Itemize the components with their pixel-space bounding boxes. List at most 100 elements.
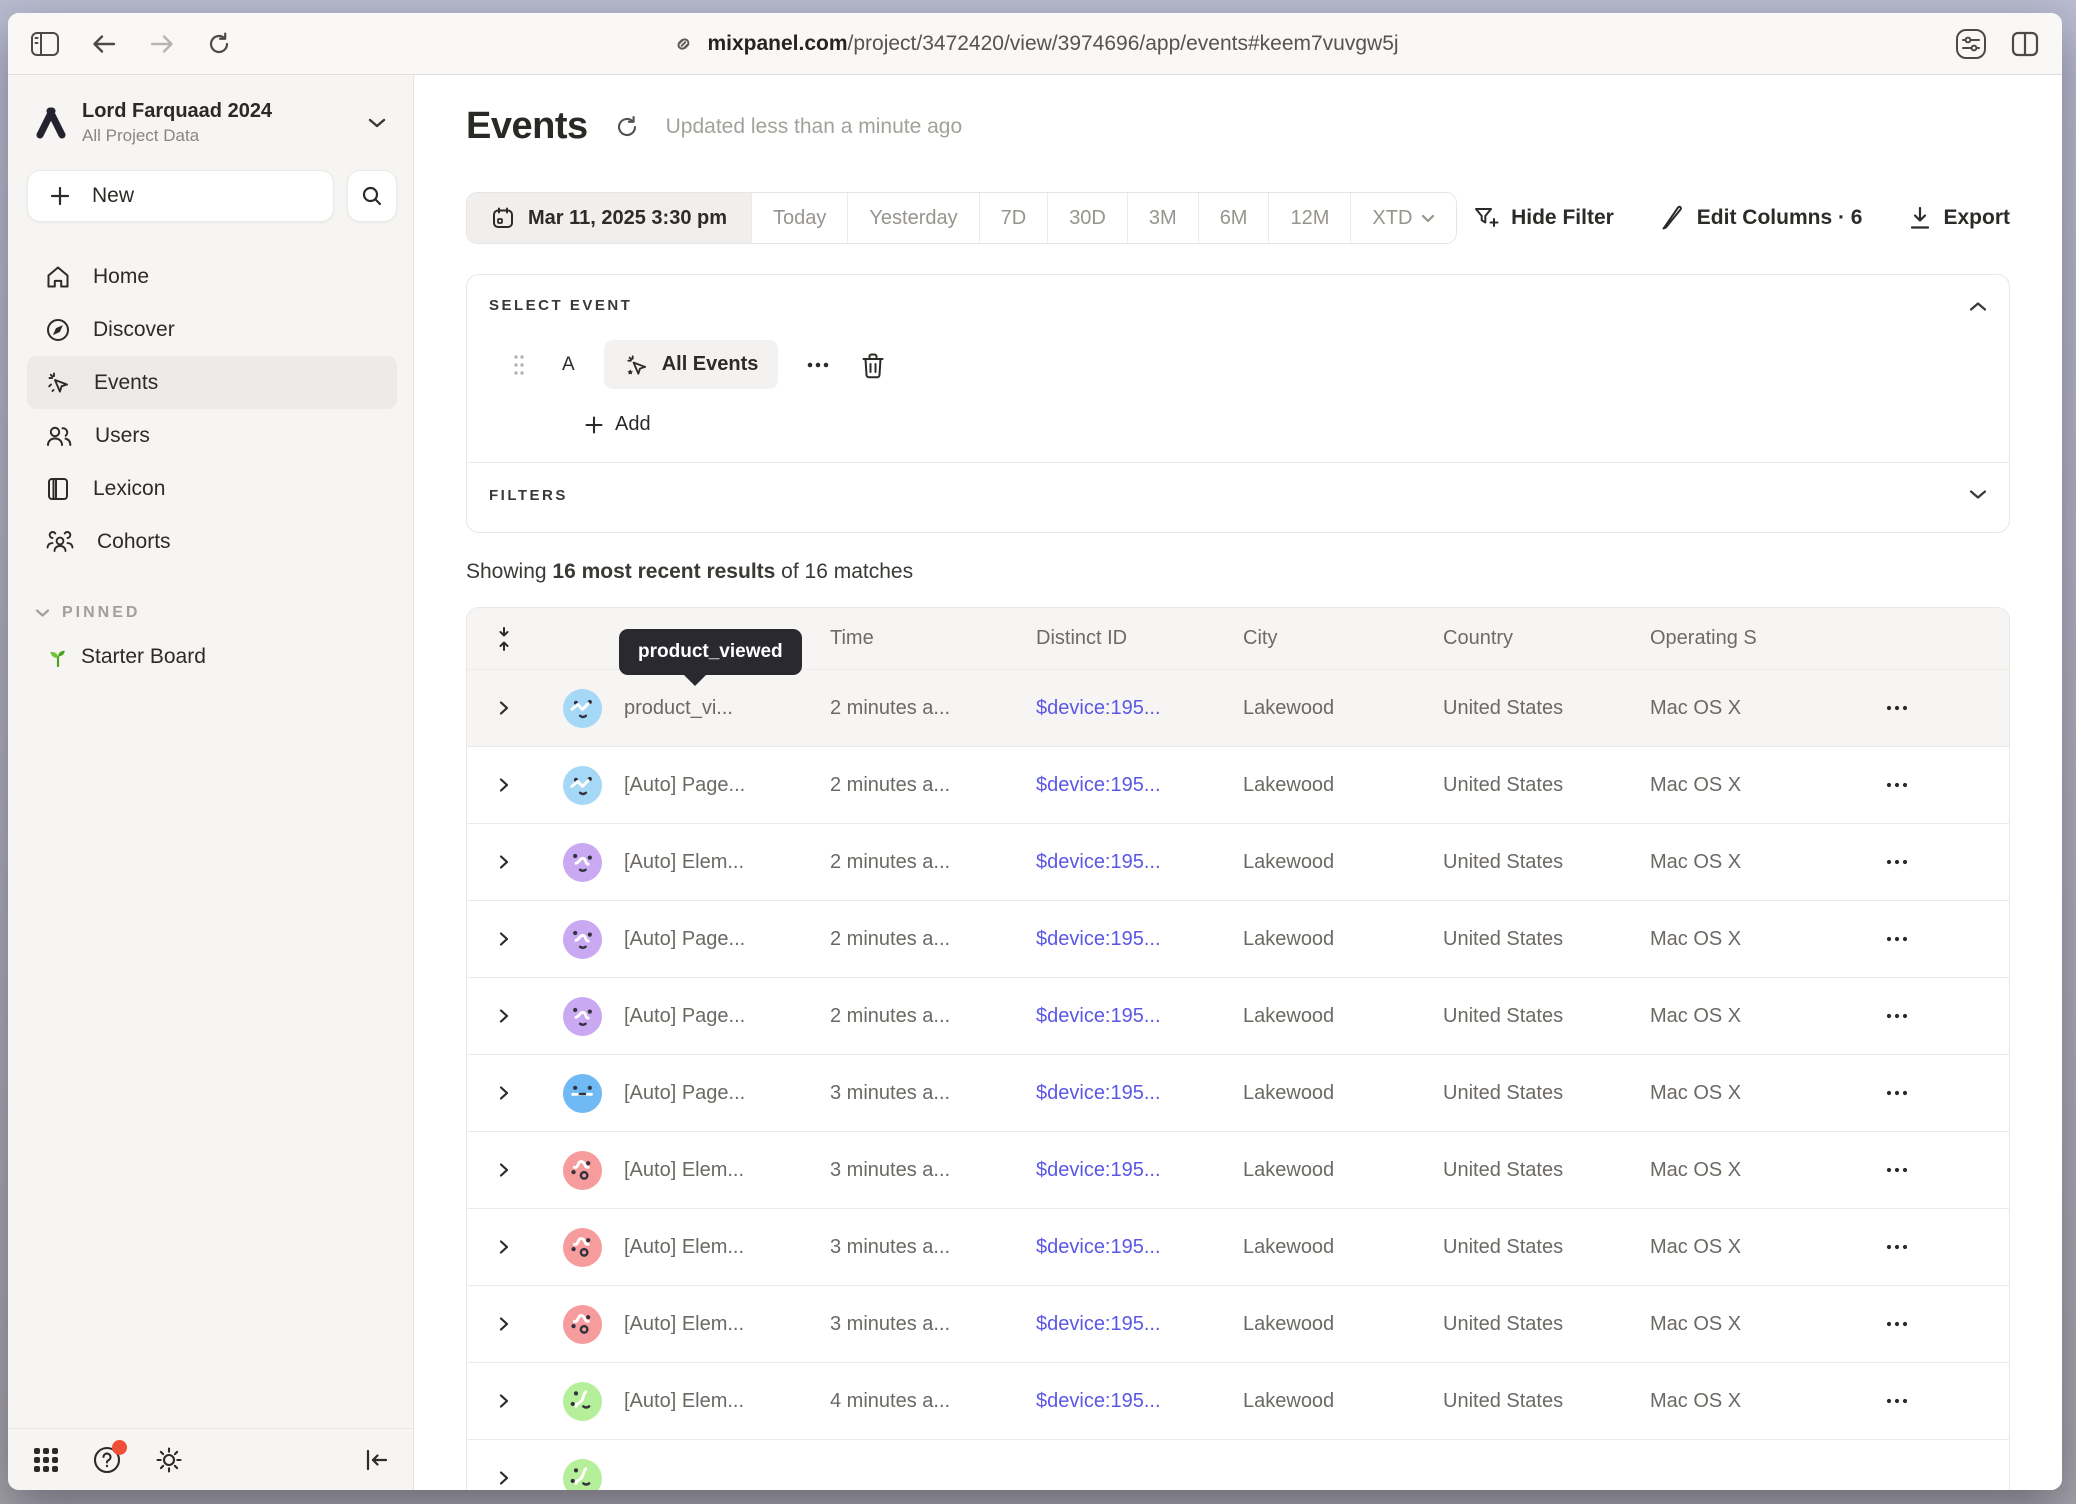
new-button[interactable]: New [27, 170, 334, 222]
preset-30d[interactable]: 30D [1048, 193, 1128, 243]
reload-icon[interactable] [206, 31, 232, 57]
distinct-id-link[interactable]: $device:195... [1036, 1313, 1243, 1336]
expand-row-icon[interactable] [467, 1470, 540, 1486]
collapse-sidebar-icon[interactable] [363, 1448, 389, 1472]
distinct-id-link[interactable]: $device:195... [1036, 697, 1243, 720]
event-tooltip: product_viewed [619, 629, 802, 675]
expand-row-icon[interactable] [467, 1008, 540, 1024]
row-menu-icon[interactable] [1872, 1244, 2009, 1250]
trash-icon[interactable] [860, 351, 886, 379]
preset-yesterday[interactable]: Yesterday [848, 193, 979, 243]
search-button[interactable] [347, 170, 397, 222]
row-menu-icon[interactable] [1872, 1321, 2009, 1327]
row-menu-icon[interactable] [1872, 1090, 2009, 1096]
sidebar-item-home[interactable]: Home [27, 250, 397, 303]
sidebar-item-starter-board[interactable]: Starter Board [27, 644, 397, 670]
drag-handle-icon[interactable] [513, 354, 525, 376]
table-row[interactable]: [Auto] Elem... 2 minutes a... $device:19… [467, 823, 2009, 900]
lexicon-book-icon [45, 476, 71, 502]
apps-grid-icon[interactable] [32, 1446, 60, 1474]
sidebar-toggle-icon[interactable] [30, 31, 60, 57]
row-menu-icon[interactable] [1872, 1167, 2009, 1173]
split-view-icon[interactable] [2010, 31, 2040, 57]
distinct-id-link[interactable]: $device:195... [1036, 774, 1243, 797]
os: Mac OS X [1650, 1390, 1872, 1413]
pinned-section-toggle[interactable]: PINNED [27, 604, 397, 622]
row-menu-icon[interactable] [1872, 705, 2009, 711]
collapse-all-rows-icon[interactable] [467, 626, 540, 652]
sidebar-item-cohorts[interactable]: Cohorts [27, 515, 397, 568]
edit-columns-button[interactable]: Edit Columns · 6 [1660, 205, 1863, 231]
desktop-background: mixpanel.com/project/3472420/view/397469… [0, 0, 2076, 1504]
preset-6m[interactable]: 6M [1199, 193, 1270, 243]
preset-3m[interactable]: 3M [1128, 193, 1199, 243]
sidebar-item-discover[interactable]: Discover [27, 303, 397, 356]
column-header-country[interactable]: Country [1443, 627, 1650, 650]
expand-row-icon[interactable] [467, 1162, 540, 1178]
table-row[interactable]: [Auto] Page... 2 minutes a... $device:19… [467, 746, 2009, 823]
sidebar-item-lexicon[interactable]: Lexicon [27, 462, 397, 515]
row-menu-icon[interactable] [1872, 782, 2009, 788]
settings-gear-icon[interactable] [154, 1445, 184, 1475]
table-row[interactable] [467, 1439, 2009, 1490]
row-menu-icon[interactable] [1872, 936, 2009, 942]
table-row[interactable]: [Auto] Elem... 4 minutes a... $device:19… [467, 1362, 2009, 1439]
table-row[interactable]: [Auto] Page... 3 minutes a... $device:19… [467, 1054, 2009, 1131]
sidebar-item-events[interactable]: Events [27, 356, 397, 409]
table-row[interactable]: [Auto] Elem... 3 minutes a... $device:19… [467, 1208, 2009, 1285]
column-header-distinct-id[interactable]: Distinct ID [1036, 627, 1243, 650]
event-selector-pill[interactable]: All Events [604, 340, 779, 389]
expand-row-icon[interactable] [467, 854, 540, 870]
sidebar-item-users[interactable]: Users [27, 409, 397, 462]
export-button[interactable]: Export [1908, 205, 2010, 231]
expand-row-icon[interactable] [467, 931, 540, 947]
back-icon[interactable] [90, 32, 118, 56]
preset-7d[interactable]: 7D [980, 193, 1049, 243]
page-settings-icon[interactable] [1954, 28, 1988, 60]
updated-status: Updated less than a minute ago [666, 115, 963, 139]
table-row[interactable]: [Auto] Page... 2 minutes a... $device:19… [467, 900, 2009, 977]
expand-row-icon[interactable] [467, 1239, 540, 1255]
date-picker[interactable]: Mar 11, 2025 3:30 pm [467, 193, 752, 243]
expand-row-icon[interactable] [467, 777, 540, 793]
expand-row-icon[interactable] [467, 1316, 540, 1332]
url-bar[interactable]: mixpanel.com/project/3472420/view/397469… [671, 32, 1398, 56]
distinct-id-link[interactable]: $device:195... [1036, 1082, 1243, 1105]
forward-icon[interactable] [148, 32, 176, 56]
event-avatar [563, 1305, 602, 1344]
preset-xtd-dropdown[interactable]: XTD [1351, 193, 1456, 243]
row-menu-icon[interactable] [1872, 1013, 2009, 1019]
row-menu-icon[interactable] [1872, 1398, 2009, 1404]
expand-row-icon[interactable] [467, 700, 540, 716]
search-icon [361, 185, 383, 207]
column-header-city[interactable]: City [1243, 627, 1443, 650]
table-row[interactable]: [Auto] Elem... 3 minutes a... $device:19… [467, 1131, 2009, 1208]
preset-today[interactable]: Today [752, 193, 848, 243]
distinct-id-link[interactable]: $device:195... [1036, 1005, 1243, 1028]
os: Mac OS X [1650, 1005, 1872, 1028]
project-switcher[interactable]: Lord Farquaad 2024 All Project Data [27, 100, 397, 146]
add-event-button[interactable]: Add [585, 413, 695, 436]
chevron-down-icon[interactable] [1969, 489, 1987, 500]
event-avatar [563, 1459, 602, 1491]
chevron-up-icon[interactable] [1969, 301, 1987, 312]
row-menu-icon[interactable] [1872, 859, 2009, 865]
sidebar-footer [8, 1428, 413, 1490]
table-row[interactable]: [Auto] Elem... 3 minutes a... $device:19… [467, 1285, 2009, 1362]
expand-row-icon[interactable] [467, 1085, 540, 1101]
preset-12m[interactable]: 12M [1269, 193, 1351, 243]
column-header-os[interactable]: Operating S [1650, 627, 1872, 650]
refresh-icon[interactable] [614, 114, 640, 140]
hide-filter-button[interactable]: Hide Filter [1473, 205, 1614, 231]
distinct-id-link[interactable]: $device:195... [1036, 928, 1243, 951]
distinct-id-link[interactable]: $device:195... [1036, 1390, 1243, 1413]
column-header-time[interactable]: Time [830, 627, 1036, 650]
distinct-id-link[interactable]: $device:195... [1036, 851, 1243, 874]
more-options-icon[interactable] [806, 361, 830, 369]
os: Mac OS X [1650, 1159, 1872, 1182]
help-icon[interactable] [92, 1445, 122, 1475]
distinct-id-link[interactable]: $device:195... [1036, 1159, 1243, 1182]
distinct-id-link[interactable]: $device:195... [1036, 1236, 1243, 1259]
expand-row-icon[interactable] [467, 1393, 540, 1409]
table-row[interactable]: [Auto] Page... 2 minutes a... $device:19… [467, 977, 2009, 1054]
